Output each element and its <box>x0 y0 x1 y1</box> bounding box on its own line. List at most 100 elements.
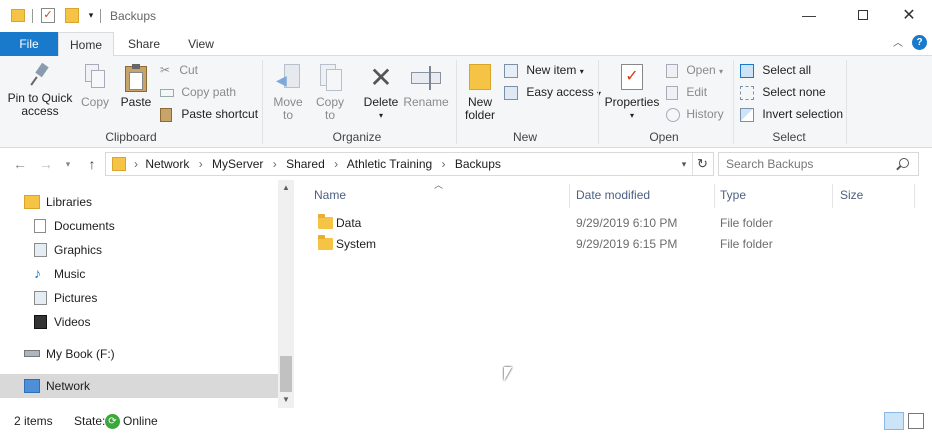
open-icon <box>666 63 678 78</box>
dropdown-arrow-icon: ▾ <box>579 67 584 76</box>
table-row[interactable]: System 9/29/2019 6:15 PM File folder <box>314 234 874 255</box>
maximize-button[interactable] <box>840 0 886 32</box>
divider <box>100 9 101 23</box>
nav-item-videos[interactable]: Videos <box>0 310 278 334</box>
scrollbar-thumb[interactable] <box>280 356 292 392</box>
collapse-ribbon-icon[interactable]: ︿ <box>890 34 906 52</box>
column-header-type[interactable]: Type <box>720 180 746 210</box>
maximize-icon <box>858 10 868 20</box>
file-name[interactable]: Data <box>336 213 361 234</box>
scroll-up-icon[interactable]: ▲ <box>278 180 294 196</box>
cut-button[interactable]: ✂ Cut <box>160 60 198 80</box>
libraries-icon <box>24 195 40 209</box>
new-group-label: New <box>512 130 537 144</box>
properties-quick-icon[interactable]: ✓ <box>41 8 55 23</box>
large-icons-view-button[interactable] <box>908 413 924 429</box>
file-date: 9/29/2019 6:15 PM <box>576 237 678 251</box>
breadcrumb: › Network › MyServer › Shared › Athletic… <box>132 153 501 175</box>
tab-home[interactable]: Home <box>58 32 114 57</box>
up-button[interactable]: ↑ <box>82 152 102 176</box>
dropdown-arrow-icon: ▾ <box>378 111 383 120</box>
paste-shortcut-button[interactable]: Paste shortcut <box>160 104 258 124</box>
select-all-icon <box>740 63 754 78</box>
refresh-button[interactable]: ↻ <box>692 153 712 175</box>
edit-button[interactable]: Edit <box>666 82 707 102</box>
file-name[interactable]: System <box>336 234 376 255</box>
breadcrumb-separator-icon: › <box>198 157 203 171</box>
tab-file[interactable]: File <box>0 32 58 56</box>
nav-scrollbar[interactable]: ▲ ▼ <box>278 180 294 408</box>
recent-locations-button[interactable]: ▾ <box>62 152 74 176</box>
network-icon <box>24 379 40 393</box>
file-date: 9/29/2019 6:10 PM <box>576 216 678 230</box>
easy-access-button[interactable]: Easy access ▾ <box>504 82 601 102</box>
open-button[interactable]: Open ▾ <box>666 60 723 80</box>
pin-to-quick-access-button[interactable]: Pin to Quick access <box>4 62 76 118</box>
move-to-button[interactable]: ◀ Move to <box>268 64 308 122</box>
nav-item-libraries[interactable]: Libraries <box>0 190 278 214</box>
tab-view[interactable]: View <box>174 32 228 56</box>
move-to-icon: ◀ <box>276 64 300 92</box>
new-folder-quick-icon[interactable] <box>65 8 79 23</box>
folder-icon <box>11 9 25 22</box>
minimize-button[interactable]: — <box>786 0 832 32</box>
copy-button[interactable]: Copy <box>78 64 112 109</box>
close-button[interactable]: ✕ <box>886 0 932 32</box>
column-header-date[interactable]: Date modified <box>576 180 650 210</box>
paste-button[interactable]: Paste <box>118 64 154 109</box>
folder-icon <box>112 157 126 171</box>
breadcrumb-network[interactable]: Network <box>145 157 189 171</box>
invert-selection-button[interactable]: Invert selection <box>740 104 843 124</box>
breadcrumb-separator-icon: › <box>334 157 339 171</box>
forward-button[interactable]: → <box>36 152 56 176</box>
nav-item-graphics[interactable]: Graphics <box>0 238 278 262</box>
search-input[interactable]: Search Backups <box>726 153 813 175</box>
help-icon[interactable]: ? <box>912 35 927 50</box>
sync-online-icon: ⟳ <box>105 414 120 429</box>
search-box[interactable]: Search Backups <box>718 152 919 176</box>
divider <box>914 184 915 208</box>
nav-item-pictures[interactable]: Pictures <box>0 286 278 310</box>
copy-to-button[interactable]: Copy to <box>310 64 350 122</box>
mouse-cursor-icon <box>504 367 512 381</box>
new-folder-button[interactable]: New folder <box>460 64 500 122</box>
state-label: State: <box>74 414 106 428</box>
breadcrumb-separator-icon: › <box>134 157 138 171</box>
item-count: 2 items <box>14 414 53 428</box>
nav-item-my-book[interactable]: My Book (F:) <box>0 342 278 366</box>
properties-button[interactable]: ✓ Properties ▾ <box>602 64 662 122</box>
breadcrumb-myserver[interactable]: MyServer <box>212 157 263 171</box>
select-none-button[interactable]: Select none <box>740 82 826 102</box>
column-header-name[interactable]: Name <box>314 180 346 210</box>
ribbon: Pin to Quick access Copy Paste ✂ Cut Cop… <box>0 56 932 148</box>
select-all-button[interactable]: Select all <box>740 60 811 80</box>
navigation-pane: Libraries Documents Graphics ♪ Music Pic… <box>0 180 294 408</box>
delete-button[interactable]: ✕ Delete ▾ <box>360 64 402 122</box>
history-button[interactable]: History <box>666 104 724 124</box>
dropdown-arrow-icon: ▾ <box>719 67 724 76</box>
copy-path-button[interactable]: Copy path <box>160 82 236 102</box>
nav-item-documents[interactable]: Documents <box>0 214 278 238</box>
divider <box>832 184 833 208</box>
breadcrumb-backups[interactable]: Backups <box>455 157 501 171</box>
delete-icon: ✕ <box>369 62 393 93</box>
address-bar[interactable]: › Network › MyServer › Shared › Athletic… <box>105 152 714 176</box>
divider <box>32 9 33 23</box>
divider <box>846 60 847 144</box>
rename-button[interactable]: Rename <box>403 64 449 109</box>
breadcrumb-shared[interactable]: Shared <box>286 157 325 171</box>
address-history-dropdown[interactable]: ▾ <box>676 153 692 175</box>
new-folder-icon <box>469 64 491 90</box>
column-header-size[interactable]: Size <box>840 180 863 210</box>
scroll-down-icon[interactable]: ▼ <box>278 392 294 408</box>
details-view-button[interactable] <box>884 412 904 430</box>
nav-item-network[interactable]: Network <box>0 374 278 398</box>
breadcrumb-athletic-training[interactable]: Athletic Training <box>347 157 432 171</box>
drive-icon <box>24 350 40 357</box>
tab-share[interactable]: Share <box>117 32 171 56</box>
table-row[interactable]: Data 9/29/2019 6:10 PM File folder <box>314 213 874 234</box>
customize-toolbar-icon[interactable]: ▾ <box>86 8 96 23</box>
nav-item-music[interactable]: ♪ Music <box>0 262 278 286</box>
back-button[interactable]: ← <box>10 152 30 176</box>
new-item-button[interactable]: New item ▾ <box>504 60 584 80</box>
